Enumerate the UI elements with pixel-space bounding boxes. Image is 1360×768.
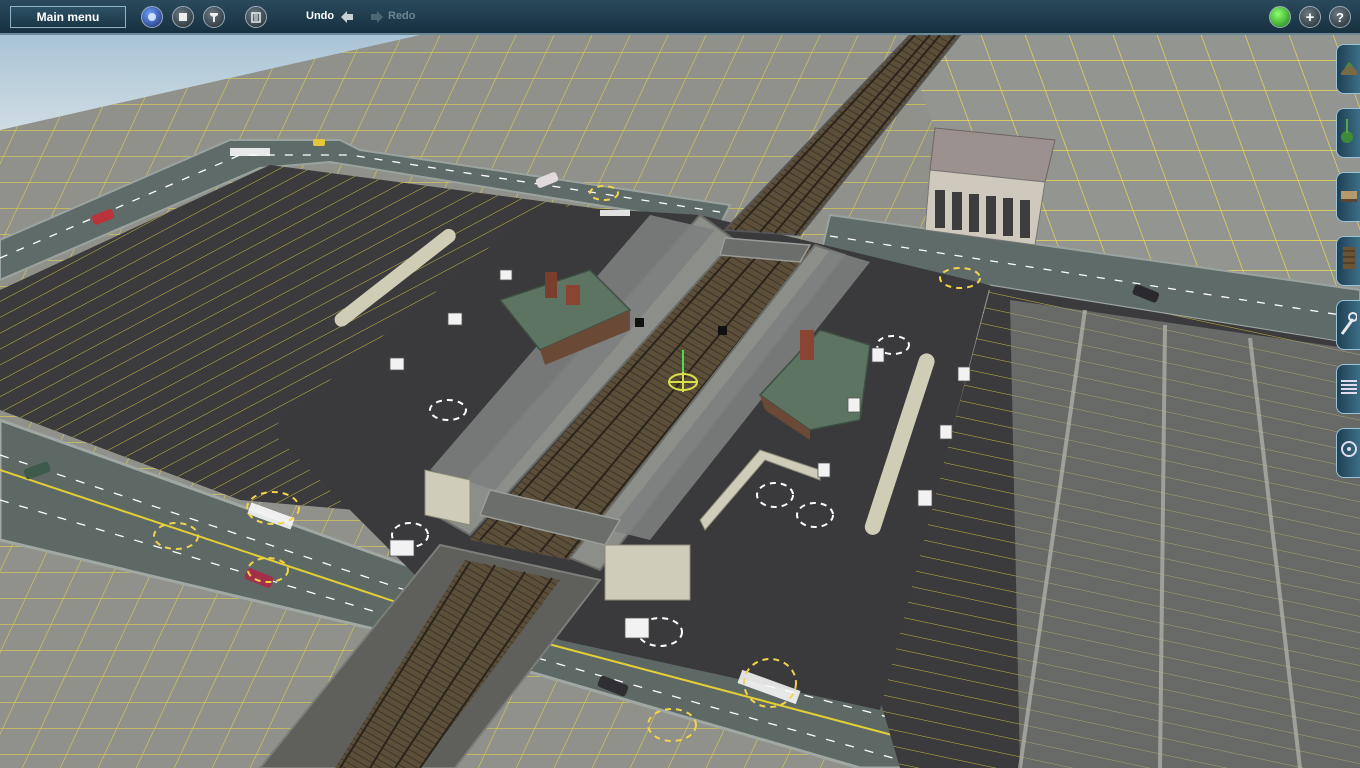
- wrench-tool-icon[interactable]: [1336, 300, 1360, 350]
- time-icon[interactable]: [203, 6, 225, 28]
- status-light-icon[interactable]: [1269, 6, 1291, 28]
- stop-icon[interactable]: [172, 6, 194, 28]
- undo-arrow-icon[interactable]: [340, 10, 354, 24]
- side-tool-panel: [1336, 44, 1360, 484]
- driver-mode-icon[interactable]: [141, 6, 163, 28]
- redo-button[interactable]: Redo: [388, 10, 416, 22]
- objects-tool-icon[interactable]: [1336, 172, 1360, 222]
- marker-black-1[interactable]: [635, 318, 644, 327]
- redo-arrow-icon[interactable]: [370, 10, 384, 24]
- top-toolbar: Main menu Undo Redo + ?: [0, 0, 1360, 35]
- 3d-viewport[interactable]: [0, 35, 1360, 768]
- crosswalk-ne: [600, 210, 630, 216]
- add-glyph: +: [1305, 8, 1315, 26]
- help-icon[interactable]: ?: [1329, 6, 1351, 28]
- trees-tool-icon[interactable]: [1336, 108, 1360, 158]
- crosswalk-north: [230, 148, 270, 156]
- car-yellow[interactable]: [313, 139, 325, 146]
- station-wall-south-west: [424, 469, 471, 526]
- layers-tool-icon[interactable]: [1336, 364, 1360, 414]
- track-tool-icon[interactable]: [1336, 236, 1360, 286]
- undo-button[interactable]: Undo: [306, 10, 334, 22]
- help-glyph: ?: [1336, 9, 1344, 25]
- main-menu-button[interactable]: Main menu: [10, 6, 126, 28]
- settings-wheel-icon[interactable]: [1336, 428, 1360, 478]
- bin-icon[interactable]: [245, 6, 267, 28]
- terrain-tool-icon[interactable]: [1336, 44, 1360, 94]
- station-wall-south-east: [604, 544, 691, 601]
- office-building[interactable]: [924, 127, 1056, 246]
- marker-black-2[interactable]: [718, 326, 727, 335]
- add-icon[interactable]: +: [1299, 6, 1321, 28]
